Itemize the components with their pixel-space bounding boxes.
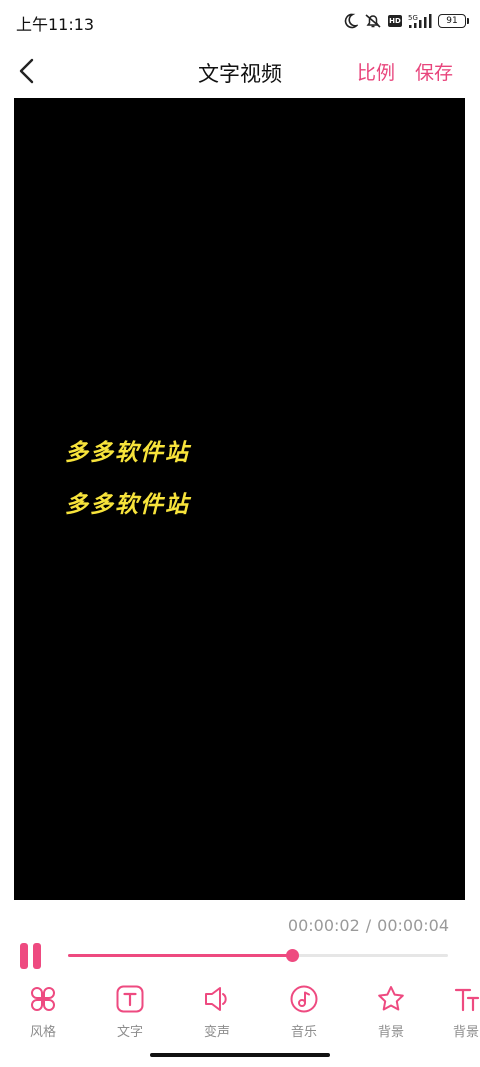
- time-separator: /: [365, 916, 372, 935]
- video-preview[interactable]: 多多软件站 多多软件站: [14, 98, 465, 900]
- ratio-button[interactable]: 比例: [357, 58, 395, 85]
- moon-icon: [342, 13, 358, 29]
- star-icon: [378, 986, 404, 1011]
- voice-change-icon: [205, 987, 227, 1011]
- current-time: 00:00:02: [287, 916, 360, 935]
- battery-icon: 91: [438, 14, 469, 28]
- tool-label: 文字: [116, 1025, 143, 1040]
- pause-button[interactable]: [20, 943, 42, 969]
- progress-fill: [68, 954, 293, 957]
- tool-style-button[interactable]: 风格: [13, 980, 73, 1042]
- tool-label: 背景: [452, 1025, 479, 1040]
- music-icon: [290, 985, 318, 1013]
- save-button[interactable]: 保存: [415, 58, 453, 85]
- text-icon: [116, 985, 144, 1013]
- status-time: 上午11:13: [16, 15, 95, 34]
- tool-bar: 风格 文字 变声 音乐 背景 背景: [0, 980, 480, 1046]
- style-grid-icon: [31, 986, 55, 1012]
- signal-icon: 5G: [408, 13, 432, 29]
- tool-label: 变声: [203, 1025, 230, 1040]
- tool-voice-change-button[interactable]: 变声: [187, 980, 247, 1042]
- status-icons: HD 5G 91: [342, 10, 469, 32]
- preview-text-line: 多多软件站: [65, 439, 190, 466]
- progress-thumb[interactable]: [286, 949, 300, 962]
- progress-slider[interactable]: [68, 949, 448, 962]
- tool-music-button[interactable]: 音乐: [274, 980, 334, 1042]
- hd-badge: HD: [388, 15, 402, 27]
- preview-text-line: 多多软件站: [65, 491, 190, 518]
- network-type-label: 5G: [408, 14, 418, 22]
- pause-bar: [20, 943, 28, 969]
- tool-label: 风格: [29, 1025, 56, 1040]
- tool-background-button[interactable]: 背景: [361, 980, 421, 1042]
- status-bar: 上午11:13 HD 5G 91: [0, 0, 480, 42]
- tool-label: 音乐: [290, 1025, 317, 1040]
- mute-icon: [364, 13, 382, 29]
- tool-label: 背景: [377, 1025, 404, 1040]
- text-style-icon: [454, 988, 480, 1012]
- nav-bar: 文字视频 比例 保存: [0, 42, 480, 98]
- tool-text-button[interactable]: 文字: [100, 980, 160, 1042]
- tool-background-style-button[interactable]: 背景: [436, 980, 480, 1042]
- home-indicator[interactable]: [150, 1053, 330, 1057]
- time-readout: 00:00:02 / 00:00:04: [288, 916, 449, 935]
- page-title: 文字视频: [198, 62, 282, 86]
- total-time: 00:00:04: [377, 916, 449, 935]
- pause-bar: [33, 943, 41, 969]
